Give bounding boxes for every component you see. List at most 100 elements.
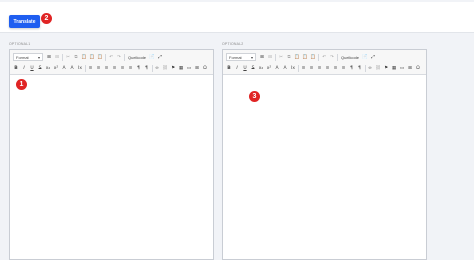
numbered-list-icon[interactable]: ≡ — [341, 64, 347, 72]
step-marker-3: 3 — [249, 91, 260, 102]
toolbar-separator — [318, 53, 319, 61]
align-justify-icon[interactable]: ≡ — [325, 64, 331, 72]
toolbar-separator — [85, 64, 86, 72]
format-label: Format — [229, 54, 242, 60]
ltr-icon[interactable]: ¶ — [136, 64, 142, 72]
align-left-icon[interactable]: ≡ — [88, 64, 94, 72]
redo-icon[interactable]: ↷ — [329, 53, 335, 61]
strikethrough-button[interactable]: S — [37, 64, 43, 72]
remove-format-button[interactable]: Ix — [290, 64, 296, 72]
maximize-icon[interactable]: ⤢ — [157, 53, 163, 61]
unlink-icon[interactable]: ⛓ — [375, 64, 381, 72]
format-dropdown[interactable]: Format ▾ — [13, 53, 43, 61]
paste-icon[interactable]: 📋 — [294, 53, 300, 61]
link-icon[interactable]: ∞ — [154, 64, 160, 72]
underline-button[interactable]: U — [29, 64, 35, 72]
numbered-list-icon[interactable]: ≡ — [128, 64, 134, 72]
paste-word-icon[interactable]: 📋 — [310, 53, 316, 61]
table-icon[interactable]: ▭ — [399, 64, 405, 72]
subscript-button[interactable]: x₂ — [45, 64, 51, 72]
chevron-down-icon: ▾ — [37, 54, 40, 60]
table-icon[interactable]: ▭ — [186, 64, 192, 72]
unlink-icon[interactable]: ⛓ — [162, 64, 168, 72]
link-icon[interactable]: ∞ — [367, 64, 373, 72]
background-color-button[interactable]: A — [282, 64, 288, 72]
superscript-button[interactable]: x² — [266, 64, 272, 72]
paste-text-icon[interactable]: 📋 — [302, 53, 308, 61]
right-editor-toolbar: Format ▾ ⊞ ⊟ ✂ ⧉ 📋 📋 📋 ↶ ↷ Quellcode 📄 ⤢… — [223, 50, 426, 75]
translate-button[interactable]: Translate — [9, 15, 40, 28]
bold-button[interactable]: B — [226, 64, 232, 72]
toolbar-separator — [275, 53, 276, 61]
step-marker-2: 2 — [41, 13, 52, 24]
left-editor-content[interactable] — [10, 75, 213, 259]
maximize-icon[interactable]: ⤢ — [370, 53, 376, 61]
undo-icon[interactable]: ↶ — [108, 53, 114, 61]
paste-text-icon[interactable]: 📋 — [89, 53, 95, 61]
subscript-button[interactable]: x₂ — [258, 64, 264, 72]
anchor-flag-icon[interactable]: ⚑ — [383, 64, 389, 72]
right-field-label: OPTIONAL2 — [222, 42, 244, 46]
underline-button[interactable]: U — [242, 64, 248, 72]
rtl-icon[interactable]: ¶ — [144, 64, 150, 72]
cut-icon[interactable]: ✂ — [278, 53, 284, 61]
toolbar-separator — [337, 53, 338, 61]
iframe-icon[interactable]: ⊞ — [407, 64, 413, 72]
right-editor: Format ▾ ⊞ ⊟ ✂ ⧉ 📋 📋 📋 ↶ ↷ Quellcode 📄 ⤢… — [222, 49, 427, 260]
table-remove-icon[interactable]: ⊟ — [54, 53, 60, 61]
format-label: Format — [16, 54, 29, 60]
background-color-button[interactable]: A — [69, 64, 75, 72]
italic-button[interactable]: I — [234, 64, 240, 72]
text-color-button[interactable]: A — [274, 64, 280, 72]
strikethrough-button[interactable]: S — [250, 64, 256, 72]
copy-icon[interactable]: ⧉ — [286, 53, 292, 61]
cut-icon[interactable]: ✂ — [65, 53, 71, 61]
image-icon[interactable]: ▦ — [391, 64, 397, 72]
left-field-label: OPTIONAL1 — [9, 42, 31, 46]
toolbar-separator — [151, 64, 152, 72]
left-editor-toolbar: Format ▾ ⊞ ⊟ ✂ ⧉ 📋 📋 📋 ↶ ↷ Quellcode 📄 ⤢… — [10, 50, 213, 75]
anchor-flag-icon[interactable]: ⚑ — [170, 64, 176, 72]
top-bar: Translate — [0, 2, 474, 33]
superscript-button[interactable]: x² — [53, 64, 59, 72]
toolbar-separator — [298, 64, 299, 72]
iframe-icon[interactable]: ⊞ — [194, 64, 200, 72]
align-right-icon[interactable]: ≡ — [317, 64, 323, 72]
align-left-icon[interactable]: ≡ — [301, 64, 307, 72]
rtl-icon[interactable]: ¶ — [357, 64, 363, 72]
format-dropdown[interactable]: Format ▾ — [226, 53, 256, 61]
toolbar-separator — [62, 53, 63, 61]
step-marker-1: 1 — [16, 79, 27, 90]
right-editor-content[interactable] — [223, 75, 426, 259]
ltr-icon[interactable]: ¶ — [349, 64, 355, 72]
bulleted-list-icon[interactable]: ≡ — [120, 64, 126, 72]
paste-icon[interactable]: 📋 — [81, 53, 87, 61]
align-right-icon[interactable]: ≡ — [104, 64, 110, 72]
copy-icon[interactable]: ⧉ — [73, 53, 79, 61]
document-icon[interactable]: 📄 — [362, 53, 368, 61]
remove-format-button[interactable]: Ix — [77, 64, 83, 72]
paste-word-icon[interactable]: 📋 — [97, 53, 103, 61]
bold-button[interactable]: B — [13, 64, 19, 72]
left-editor: Format ▾ ⊞ ⊟ ✂ ⧉ 📋 📋 📋 ↶ ↷ Quellcode 📄 ⤢… — [9, 49, 214, 260]
toolbar-separator — [105, 53, 106, 61]
table-insert-icon[interactable]: ⊞ — [46, 53, 52, 61]
redo-icon[interactable]: ↷ — [116, 53, 122, 61]
table-remove-icon[interactable]: ⊟ — [267, 53, 273, 61]
italic-button[interactable]: I — [21, 64, 27, 72]
special-char-icon[interactable]: Ω — [202, 64, 208, 72]
bulleted-list-icon[interactable]: ≡ — [333, 64, 339, 72]
document-icon[interactable]: 📄 — [149, 53, 155, 61]
source-code-button[interactable]: Quellcode — [340, 53, 360, 61]
special-char-icon[interactable]: Ω — [415, 64, 421, 72]
table-insert-icon[interactable]: ⊞ — [259, 53, 265, 61]
source-code-button[interactable]: Quellcode — [127, 53, 147, 61]
text-color-button[interactable]: A — [61, 64, 67, 72]
undo-icon[interactable]: ↶ — [321, 53, 327, 61]
align-center-icon[interactable]: ≡ — [96, 64, 102, 72]
align-center-icon[interactable]: ≡ — [309, 64, 315, 72]
chevron-down-icon: ▾ — [250, 54, 253, 60]
image-icon[interactable]: ▦ — [178, 64, 184, 72]
toolbar-separator — [364, 64, 365, 72]
align-justify-icon[interactable]: ≡ — [112, 64, 118, 72]
